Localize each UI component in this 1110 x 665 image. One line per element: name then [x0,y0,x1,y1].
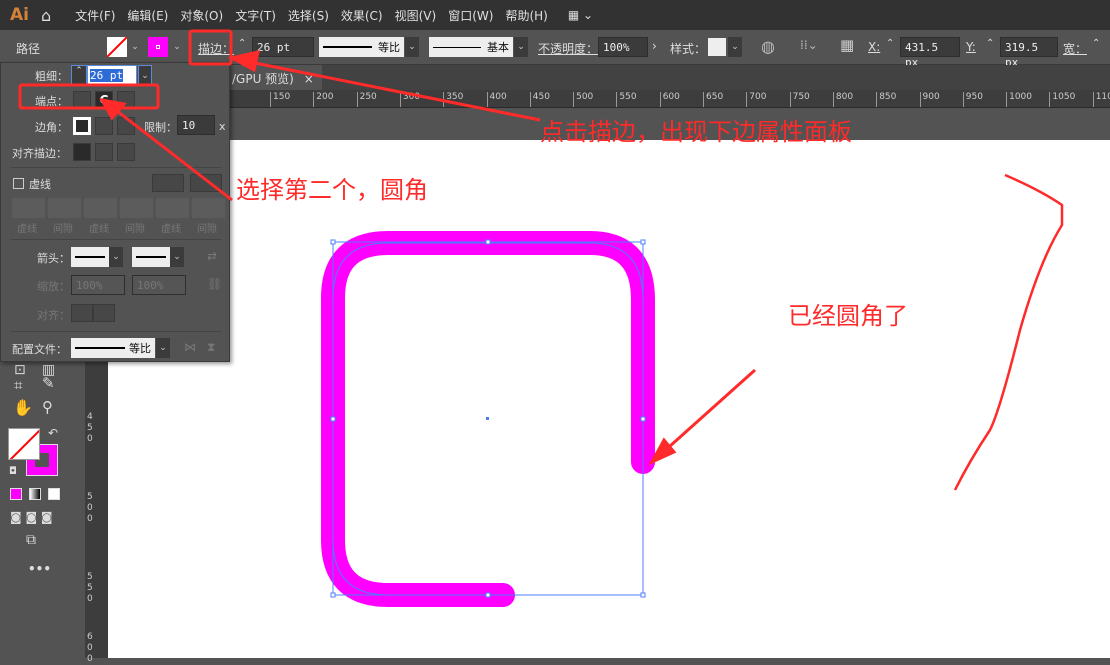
annotation-rounded: 已经圆角了 [788,302,908,330]
annotation-click-stroke: 点击描边，出现下边属性面板 [540,118,852,146]
artwork-overlay [18,29,1064,607]
center-point [486,417,489,420]
annotation-marks [18,29,1064,491]
annotation-choose-second: 选择第二个，圆角 [236,176,428,204]
